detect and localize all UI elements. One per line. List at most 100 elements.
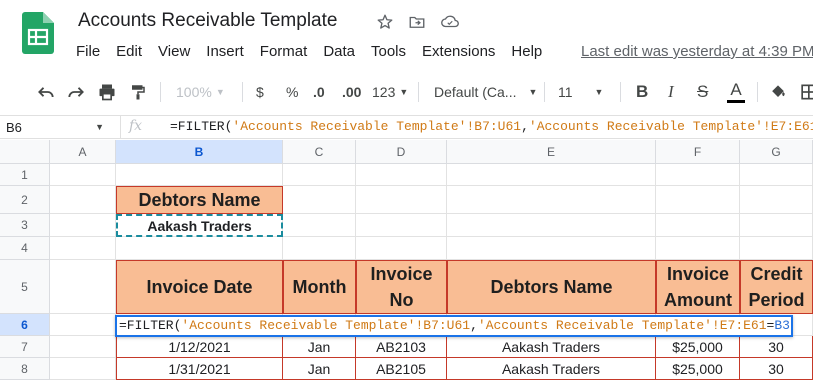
more-formats-button[interactable]: 123 ▼ bbox=[372, 72, 408, 112]
name-box[interactable]: B6 ▼ bbox=[0, 116, 112, 138]
cell[interactable] bbox=[356, 164, 447, 186]
column-header-d[interactable]: D bbox=[356, 140, 447, 164]
row-header-5[interactable]: 5 bbox=[0, 260, 50, 314]
table-data-cell[interactable]: 30 bbox=[740, 336, 813, 358]
sheets-logo[interactable] bbox=[22, 12, 54, 54]
cell[interactable] bbox=[740, 237, 813, 260]
cell[interactable] bbox=[50, 314, 116, 336]
cell[interactable] bbox=[656, 186, 740, 214]
menu-data[interactable]: Data bbox=[323, 43, 355, 60]
table-data-cell[interactable]: $25,000 bbox=[656, 336, 740, 358]
table-header-cell[interactable]: Debtors Name bbox=[447, 260, 656, 314]
column-header-c[interactable]: C bbox=[283, 140, 356, 164]
row-header-4[interactable]: 4 bbox=[0, 237, 50, 260]
cell[interactable] bbox=[656, 214, 740, 237]
cell[interactable] bbox=[50, 214, 116, 237]
move-folder-icon[interactable] bbox=[407, 12, 427, 32]
italic-button[interactable]: I bbox=[668, 72, 674, 112]
paint-format-icon[interactable] bbox=[129, 72, 147, 112]
zoom-select[interactable]: 100% ▼ bbox=[176, 72, 225, 112]
formula-input[interactable]: =FILTER('Accounts Receivable Template'!B… bbox=[170, 119, 813, 134]
cell-editor[interactable]: =FILTER('Accounts Receivable Template'!B… bbox=[115, 315, 793, 337]
print-icon[interactable] bbox=[97, 72, 117, 112]
cell[interactable] bbox=[356, 214, 447, 237]
borders-icon[interactable] bbox=[800, 72, 813, 112]
table-data-cell[interactable]: 1/31/2021 bbox=[116, 358, 283, 380]
table-header-cell[interactable]: Invoice No bbox=[356, 260, 447, 314]
cell[interactable] bbox=[50, 358, 116, 380]
cell[interactable] bbox=[116, 164, 283, 186]
cell[interactable] bbox=[656, 237, 740, 260]
column-header-b[interactable]: B bbox=[116, 140, 283, 164]
cell[interactable] bbox=[740, 214, 813, 237]
text-color-button[interactable]: A bbox=[727, 72, 745, 112]
cell[interactable] bbox=[447, 237, 656, 260]
menu-insert[interactable]: Insert bbox=[206, 43, 244, 60]
table-header-cell[interactable]: Invoice Amount bbox=[656, 260, 740, 314]
undo-icon[interactable] bbox=[36, 72, 56, 112]
cell[interactable] bbox=[656, 164, 740, 186]
fill-color-icon[interactable] bbox=[768, 72, 788, 112]
cell[interactable] bbox=[283, 237, 356, 260]
column-header-g[interactable]: G bbox=[740, 140, 813, 164]
menu-extensions[interactable]: Extensions bbox=[422, 43, 495, 60]
menu-edit[interactable]: Edit bbox=[116, 43, 142, 60]
cell[interactable] bbox=[447, 164, 656, 186]
cell[interactable] bbox=[283, 214, 356, 237]
table-data-cell[interactable]: $25,000 bbox=[656, 358, 740, 380]
row-header-7[interactable]: 7 bbox=[0, 336, 50, 358]
cell[interactable] bbox=[740, 164, 813, 186]
table-header-cell[interactable]: Credit Period bbox=[740, 260, 813, 314]
decrease-decimal-button[interactable]: .0 bbox=[313, 72, 325, 112]
row-header-1[interactable]: 1 bbox=[0, 164, 50, 186]
cell[interactable] bbox=[50, 260, 116, 314]
column-header-f[interactable]: F bbox=[656, 140, 740, 164]
cell[interactable] bbox=[283, 164, 356, 186]
column-header-a[interactable]: A bbox=[50, 140, 116, 164]
menu-help[interactable]: Help bbox=[511, 43, 542, 60]
star-icon[interactable] bbox=[375, 12, 395, 32]
table-data-cell[interactable]: Jan bbox=[283, 358, 356, 380]
table-data-cell[interactable]: 30 bbox=[740, 358, 813, 380]
table-header-cell[interactable]: Month bbox=[283, 260, 356, 314]
cell[interactable] bbox=[50, 237, 116, 260]
menu-view[interactable]: View bbox=[158, 43, 190, 60]
row-header-6[interactable]: 6 bbox=[0, 314, 50, 336]
debtor-label-cell[interactable]: Debtors Name bbox=[116, 186, 283, 214]
menu-format[interactable]: Format bbox=[260, 43, 308, 60]
table-data-cell[interactable]: Jan bbox=[283, 336, 356, 358]
table-data-cell[interactable]: AB2105 bbox=[356, 358, 447, 380]
font-family-select[interactable]: Default (Ca... ▼ bbox=[434, 72, 537, 112]
font-size-select[interactable]: 11 ▼ bbox=[558, 72, 603, 112]
row-header-2[interactable]: 2 bbox=[0, 186, 50, 214]
select-all-corner[interactable] bbox=[0, 140, 50, 164]
table-data-cell[interactable]: 1/12/2021 bbox=[116, 336, 283, 358]
table-data-cell[interactable]: Aakash Traders bbox=[447, 358, 656, 380]
currency-format-button[interactable]: $ bbox=[256, 72, 264, 112]
row-header-8[interactable]: 8 bbox=[0, 358, 50, 380]
cloud-saved-icon[interactable] bbox=[440, 12, 460, 32]
cell[interactable] bbox=[356, 186, 447, 214]
cell[interactable] bbox=[447, 186, 656, 214]
row-header-3[interactable]: 3 bbox=[0, 214, 50, 237]
cell[interactable] bbox=[50, 164, 116, 186]
column-header-e[interactable]: E bbox=[447, 140, 656, 164]
menu-tools[interactable]: Tools bbox=[371, 43, 406, 60]
cell[interactable] bbox=[283, 186, 356, 214]
strikethrough-button[interactable]: S bbox=[697, 72, 708, 112]
table-data-cell[interactable]: Aakash Traders bbox=[447, 336, 656, 358]
debtor-value-cell[interactable]: Aakash Traders bbox=[116, 214, 283, 237]
table-data-cell[interactable]: AB2103 bbox=[356, 336, 447, 358]
cell[interactable] bbox=[447, 214, 656, 237]
cell[interactable] bbox=[356, 237, 447, 260]
cell[interactable] bbox=[50, 336, 116, 358]
cell[interactable] bbox=[116, 237, 283, 260]
menu-file[interactable]: File bbox=[76, 43, 100, 60]
table-header-cell[interactable]: Invoice Date bbox=[116, 260, 283, 314]
percent-format-button[interactable]: % bbox=[286, 72, 298, 112]
last-edit-link[interactable]: Last edit was yesterday at 4:39 PM bbox=[581, 43, 813, 60]
increase-decimal-button[interactable]: .00 bbox=[342, 72, 361, 112]
document-title[interactable]: Accounts Receivable Template bbox=[78, 10, 337, 32]
redo-icon[interactable] bbox=[66, 72, 86, 112]
bold-button[interactable]: B bbox=[636, 72, 648, 112]
